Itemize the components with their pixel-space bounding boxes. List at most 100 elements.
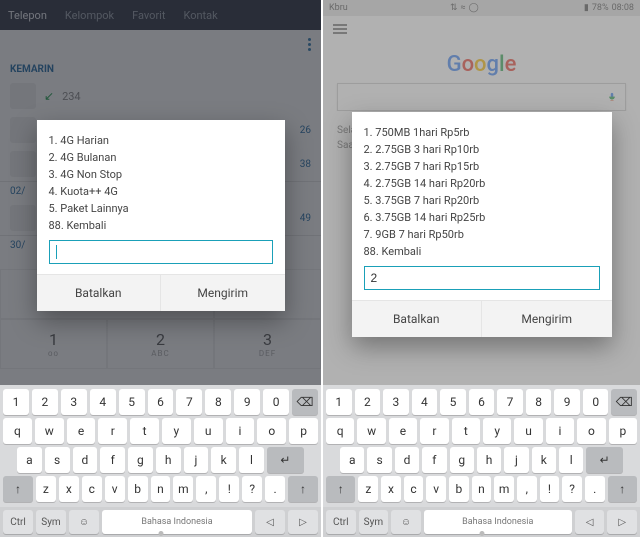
key-3[interactable]: 3 — [383, 389, 409, 415]
key-6[interactable]: 6 — [148, 389, 174, 415]
key-p[interactable]: p — [289, 418, 318, 444]
key-9[interactable]: 9 — [234, 389, 260, 415]
key-1[interactable]: 1 — [3, 389, 29, 415]
key-s[interactable]: s — [367, 447, 391, 473]
ussd-input[interactable] — [364, 266, 600, 290]
key-b[interactable]: b — [449, 476, 469, 502]
cursor-right-key[interactable]: ▷ — [607, 510, 637, 534]
key-f[interactable]: f — [422, 447, 446, 473]
key-m[interactable]: m — [494, 476, 514, 502]
sym-key[interactable]: Sym — [36, 510, 66, 534]
ctrl-key[interactable]: Ctrl — [326, 510, 356, 534]
key-k[interactable]: k — [211, 447, 236, 473]
key-5[interactable]: 5 — [119, 389, 145, 415]
ussd-input[interactable] — [49, 240, 273, 264]
key-r[interactable]: r — [98, 418, 127, 444]
key-7[interactable]: 7 — [497, 389, 523, 415]
key-c[interactable]: c — [404, 476, 424, 502]
enter-key[interactable]: ↵ — [586, 447, 623, 473]
key-k[interactable]: k — [532, 447, 556, 473]
shift-key[interactable]: ↑ — [288, 476, 318, 502]
key-e[interactable]: e — [67, 418, 96, 444]
key-u[interactable]: u — [194, 418, 223, 444]
key-o[interactable]: o — [577, 418, 605, 444]
key-v[interactable]: v — [426, 476, 446, 502]
key-v[interactable]: v — [105, 476, 125, 502]
key-4[interactable]: 4 — [90, 389, 116, 415]
key-l[interactable]: l — [559, 447, 583, 473]
send-button[interactable]: Mengirim — [160, 275, 285, 311]
key-q[interactable]: q — [3, 418, 32, 444]
key-g[interactable]: g — [450, 447, 474, 473]
key-y[interactable]: y — [483, 418, 511, 444]
send-button[interactable]: Mengirim — [481, 301, 612, 337]
key-8[interactable]: 8 — [205, 389, 231, 415]
key-b[interactable]: b — [128, 476, 148, 502]
shift-key[interactable]: ↑ — [608, 476, 637, 502]
key-e[interactable]: e — [389, 418, 417, 444]
key-r[interactable]: r — [420, 418, 448, 444]
space-key[interactable]: Bahasa Indonesia — [102, 510, 252, 534]
key-j[interactable]: j — [184, 447, 209, 473]
key-2[interactable]: 2 — [355, 389, 381, 415]
key-t[interactable]: t — [452, 418, 480, 444]
key-w[interactable]: w — [357, 418, 385, 444]
key-w[interactable]: w — [35, 418, 64, 444]
key-8[interactable]: 8 — [526, 389, 552, 415]
excl-key[interactable]: ! — [540, 476, 560, 502]
key-i[interactable]: i — [226, 418, 255, 444]
quest-key[interactable]: ? — [242, 476, 262, 502]
key-f[interactable]: f — [100, 447, 125, 473]
key-h[interactable]: h — [477, 447, 501, 473]
key-2[interactable]: 2 — [32, 389, 58, 415]
key-z[interactable]: z — [36, 476, 56, 502]
key-o[interactable]: o — [257, 418, 286, 444]
key-x[interactable]: x — [59, 476, 79, 502]
key-n[interactable]: n — [151, 476, 171, 502]
key-x[interactable]: x — [381, 476, 401, 502]
key-d[interactable]: d — [395, 447, 419, 473]
key-m[interactable]: m — [173, 476, 193, 502]
key-u[interactable]: u — [514, 418, 542, 444]
key-q[interactable]: q — [326, 418, 354, 444]
key-1[interactable]: 1 — [326, 389, 352, 415]
key-g[interactable]: g — [128, 447, 153, 473]
key-c[interactable]: c — [82, 476, 102, 502]
comma-key[interactable]: , — [517, 476, 537, 502]
sym-key[interactable]: Sym — [359, 510, 389, 534]
key-z[interactable]: z — [358, 476, 378, 502]
period-key[interactable]: . — [585, 476, 605, 502]
space-key[interactable]: Bahasa Indonesia — [424, 510, 572, 534]
key-4[interactable]: 4 — [412, 389, 438, 415]
cancel-button[interactable]: Batalkan — [37, 275, 161, 311]
key-j[interactable]: j — [504, 447, 528, 473]
key-t[interactable]: t — [130, 418, 159, 444]
key-6[interactable]: 6 — [469, 389, 495, 415]
key-l[interactable]: l — [239, 447, 264, 473]
key-9[interactable]: 9 — [554, 389, 580, 415]
period-key[interactable]: . — [265, 476, 285, 502]
key-p[interactable]: p — [609, 418, 637, 444]
quest-key[interactable]: ? — [562, 476, 582, 502]
cursor-right-key[interactable]: ▷ — [288, 510, 318, 534]
key-5[interactable]: 5 — [440, 389, 466, 415]
key-3[interactable]: 3 — [61, 389, 87, 415]
shift-key[interactable]: ↑ — [3, 476, 33, 502]
cancel-button[interactable]: Batalkan — [352, 301, 482, 337]
key-0[interactable]: 0 — [263, 389, 289, 415]
key-a[interactable]: a — [17, 447, 42, 473]
key-a[interactable]: a — [340, 447, 364, 473]
cursor-left-key[interactable]: ◁ — [255, 510, 285, 534]
shift-key[interactable]: ↑ — [326, 476, 355, 502]
key-y[interactable]: y — [162, 418, 191, 444]
backspace-key[interactable]: ⌫ — [292, 389, 318, 415]
key-i[interactable]: i — [546, 418, 574, 444]
comma-key[interactable]: , — [196, 476, 216, 502]
emoji-key[interactable]: ☺ — [69, 510, 99, 534]
key-d[interactable]: d — [73, 447, 98, 473]
key-s[interactable]: s — [45, 447, 70, 473]
key-n[interactable]: n — [472, 476, 492, 502]
key-0[interactable]: 0 — [583, 389, 609, 415]
emoji-key[interactable]: ☺ — [391, 510, 421, 534]
key-h[interactable]: h — [156, 447, 181, 473]
